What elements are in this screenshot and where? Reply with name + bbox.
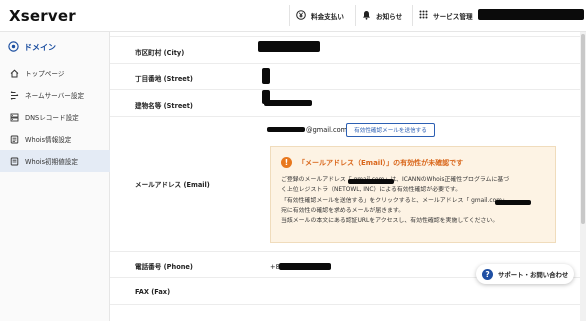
service-nav[interactable]: サービス管理 bbox=[419, 5, 473, 26]
sidebar-item-label: ネームサーバー設定 bbox=[25, 92, 85, 100]
home-icon bbox=[9, 69, 19, 78]
sidebar-title: ドメイン bbox=[24, 43, 56, 52]
redaction-mark bbox=[348, 179, 394, 184]
nav-divider bbox=[355, 5, 356, 26]
sidebar-item-label: Whois初期値設定 bbox=[25, 158, 78, 166]
sidebar-item-dns[interactable]: DNSレコード設定 bbox=[0, 106, 110, 128]
notice-nav[interactable]: お知らせ bbox=[362, 5, 402, 26]
alert-line: く上位レジストラ（NETOWL, INC）による有効性確認が必要です。 bbox=[281, 187, 462, 194]
redaction-mark bbox=[262, 68, 270, 84]
city-label: 市区町村 (City) bbox=[135, 49, 185, 57]
top-bar: Xserver 料金支払い お知らせ サービス管理 bbox=[0, 0, 586, 32]
globe-icon bbox=[8, 41, 19, 54]
street1-label: 丁目番地 (Street) bbox=[135, 75, 193, 83]
alert-line: 当該メールの本文にある認証URLをアクセスし、有効性確認を実施してください。 bbox=[281, 218, 499, 225]
scrollbar-thumb[interactable] bbox=[581, 34, 585, 224]
dns-icon bbox=[9, 113, 19, 122]
sidebar-item-label: トップページ bbox=[25, 70, 65, 78]
form-row-street1: 丁目番地 (Street) bbox=[110, 64, 580, 90]
xserver-logo[interactable]: Xserver bbox=[9, 7, 76, 25]
yen-icon bbox=[296, 9, 306, 22]
nameserver-icon bbox=[9, 90, 19, 100]
billing-nav-label: 料金支払い bbox=[311, 12, 344, 21]
redaction-mark bbox=[264, 100, 312, 106]
whois-default-icon bbox=[9, 157, 19, 166]
grid-icon bbox=[419, 10, 428, 21]
sidebar-item-label: Whois情報設定 bbox=[25, 136, 72, 144]
email-label: メールアドレス (Email) bbox=[135, 181, 210, 189]
alert-title: 「メールアドレス（Email）」の有効性が未確認です bbox=[298, 159, 464, 167]
support-contact-button[interactable]: ? サポート・お問い合わせ bbox=[476, 264, 574, 284]
form-row-street2: 建物名等 (Street) bbox=[110, 90, 580, 117]
notice-nav-label: お知らせ bbox=[376, 12, 403, 21]
redaction-mark bbox=[279, 263, 331, 270]
alert-line: ご登録のメールアドレス「 gmail.com」は、ICANNのWhois正確性プ… bbox=[281, 177, 510, 183]
question-icon: ? bbox=[482, 268, 493, 280]
redaction-mark bbox=[495, 200, 531, 205]
support-label: サポート・お問い合わせ bbox=[498, 270, 569, 279]
sidebar-item-nameserver[interactable]: ネームサーバー設定 bbox=[0, 84, 110, 106]
nav-divider bbox=[412, 5, 413, 26]
email-warning-alert: ! 「メールアドレス（Email）」の有効性が未確認です ご登録のメールアドレス… bbox=[270, 146, 556, 243]
form-row-city: 市区町村 (City) bbox=[110, 37, 580, 64]
redaction-mark bbox=[478, 9, 584, 20]
sidebar-item-top[interactable]: トップページ bbox=[0, 62, 110, 84]
redaction-mark bbox=[258, 41, 320, 52]
bell-icon bbox=[362, 10, 371, 22]
redaction-mark bbox=[267, 127, 305, 132]
whois-icon bbox=[9, 135, 19, 144]
street2-label: 建物名等 (Street) bbox=[135, 102, 193, 110]
sidebar-item-whois-default[interactable]: Whois初期値設定 bbox=[0, 150, 110, 172]
scrollbar[interactable] bbox=[580, 32, 586, 321]
sidebar-item-label: DNSレコード設定 bbox=[25, 114, 79, 122]
sidebar-header: ドメイン bbox=[8, 41, 56, 54]
billing-nav[interactable]: 料金支払い bbox=[296, 5, 344, 26]
fax-label: FAX (Fax) bbox=[135, 288, 171, 296]
phone-label: 電話番号 (Phone) bbox=[135, 263, 193, 271]
alert-line: 宛に有効性の確認を求めるメールが届きます。 bbox=[281, 207, 405, 214]
sidebar-item-whois[interactable]: Whois情報設定 bbox=[0, 128, 110, 150]
send-verification-button[interactable]: 有効性確認メールを送信する bbox=[346, 123, 435, 137]
service-nav-label: サービス管理 bbox=[433, 12, 473, 21]
warning-icon: ! bbox=[281, 157, 292, 168]
nav-divider bbox=[289, 5, 290, 26]
email-value: @gmail.com bbox=[306, 126, 348, 134]
sidebar: ドメイン トップページ ネームサーバー設定 DNSレコード設定 Whois情報設… bbox=[0, 32, 110, 321]
